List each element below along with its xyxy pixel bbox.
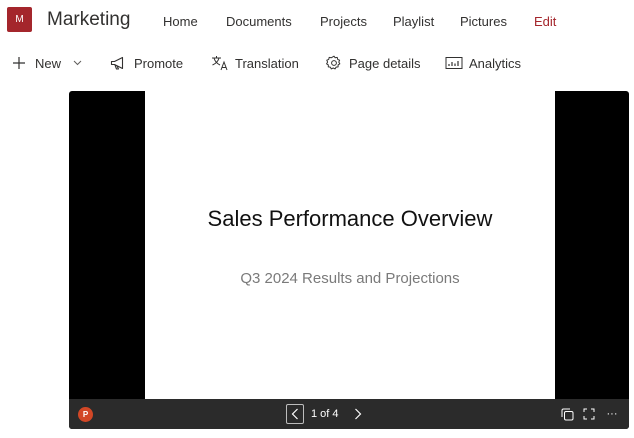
slide-title: Sales Performance Overview xyxy=(207,206,493,231)
chevron-left-icon xyxy=(291,408,298,420)
viewer-toolbar: P 1 of 4 ··· xyxy=(69,399,629,429)
translation-button[interactable]: Translation xyxy=(211,50,299,76)
site-header: M Marketing Home Documents Projects Play… xyxy=(0,0,634,44)
slide-page-counter: 1 of 4 xyxy=(311,408,339,420)
translate-icon xyxy=(211,54,229,72)
gear-icon xyxy=(325,54,343,72)
nav-item-home[interactable]: Home xyxy=(163,14,198,29)
nav-item-edit[interactable]: Edit xyxy=(534,14,556,29)
fullscreen-button[interactable] xyxy=(580,405,598,423)
copy-button[interactable] xyxy=(558,405,576,423)
translation-button-label: Translation xyxy=(235,55,299,71)
nav-item-documents[interactable]: Documents xyxy=(226,14,292,29)
presentation-viewer[interactable]: Sales Performance Overview Q3 2024 Resul… xyxy=(69,91,629,429)
more-options-button[interactable]: ··· xyxy=(603,405,621,423)
nav-item-playlist[interactable]: Playlist xyxy=(393,14,434,29)
analytics-button[interactable]: Analytics xyxy=(445,50,521,76)
site-title[interactable]: Marketing xyxy=(47,9,130,31)
new-button-label: New xyxy=(35,55,62,71)
previous-slide-button[interactable] xyxy=(286,404,304,424)
promote-button[interactable]: Promote xyxy=(110,50,183,76)
page-details-button[interactable]: Page details xyxy=(325,50,421,76)
next-slide-button[interactable] xyxy=(349,404,367,424)
analytics-button-label: Analytics xyxy=(469,55,522,71)
powerpoint-icon: P xyxy=(78,407,93,422)
command-bar: New Promote Translation Page details Ana… xyxy=(0,50,634,76)
slide-canvas[interactable]: Sales Performance Overview Q3 2024 Resul… xyxy=(145,91,555,399)
analytics-icon xyxy=(445,54,463,72)
megaphone-icon xyxy=(110,54,128,72)
nav-item-pictures[interactable]: Pictures xyxy=(460,14,507,29)
chevron-right-icon xyxy=(355,408,362,420)
fullscreen-icon xyxy=(583,408,595,420)
page-details-button-label: Page details xyxy=(349,55,421,71)
slide-subtitle: Q3 2024 Results and Projections xyxy=(240,270,460,287)
copy-icon xyxy=(561,408,573,420)
plus-icon xyxy=(11,54,27,72)
promote-button-label: Promote xyxy=(134,55,184,71)
chevron-down-icon[interactable] xyxy=(73,60,82,66)
site-logo[interactable]: M xyxy=(7,7,32,32)
nav-item-projects[interactable]: Projects xyxy=(320,14,367,29)
new-button[interactable]: New xyxy=(11,50,82,76)
